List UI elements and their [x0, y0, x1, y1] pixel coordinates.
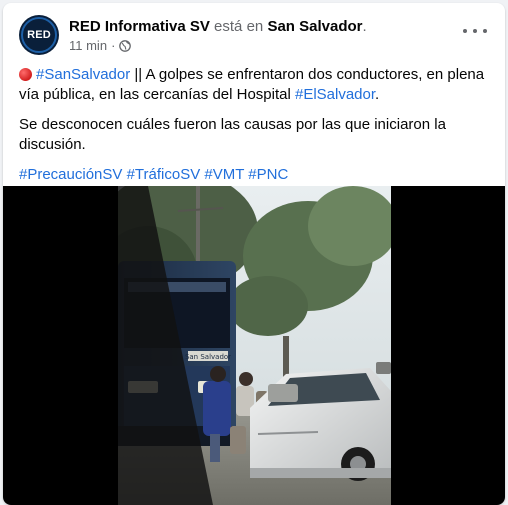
post-timestamp[interactable]: 11 min	[69, 38, 107, 54]
hashtag-link[interactable]: #TráficoSV	[127, 166, 201, 183]
meta-separator: ·	[111, 38, 116, 53]
post-hashtags: #PrecauciónSV #TráficoSV #VMT #PNC	[19, 165, 493, 185]
more-options-icon[interactable]	[463, 23, 487, 39]
more-dot	[463, 29, 467, 33]
more-dot	[473, 29, 477, 33]
avatar[interactable]: RED	[19, 15, 59, 55]
bus-destination-sign: San Salvador	[185, 353, 231, 361]
author-verb: está en	[214, 18, 264, 35]
post-video[interactable]: San Salvador	[3, 186, 505, 505]
post-text-segment: .	[375, 86, 380, 103]
post-paragraph-1: #SanSalvador || A golpes se enfrentaron …	[19, 65, 493, 105]
video-still: San Salvador	[118, 186, 391, 505]
hashtag-link[interactable]: #ElSalvador	[295, 86, 375, 103]
globe-icon[interactable]	[119, 40, 132, 52]
location-link[interactable]: San Salvador	[267, 18, 362, 35]
post-meta: 11 min ·	[69, 38, 132, 54]
hashtag-link[interactable]: #PrecauciónSV	[19, 166, 122, 183]
red-circle-icon	[19, 68, 32, 81]
post-paragraph-2: Se desconocen cuáles fueron las causas p…	[19, 116, 446, 153]
hashtag-link[interactable]: #SanSalvador	[36, 66, 130, 83]
post-text: #SanSalvador || A golpes se enfrentaron …	[19, 65, 493, 195]
author-line-period: .	[362, 18, 367, 35]
hashtag-link[interactable]: #VMT	[204, 166, 244, 183]
video-frame[interactable]: San Salvador	[118, 186, 391, 505]
hashtag-link[interactable]: #PNC	[248, 166, 288, 183]
avatar-logo-text: RED	[27, 29, 51, 41]
author-name[interactable]: RED Informativa SV	[69, 18, 210, 35]
post-header: RED RED Informativa SV está en San Salva…	[3, 3, 505, 61]
post-card: RED RED Informativa SV está en San Salva…	[3, 3, 505, 505]
author-line: RED Informativa SV está en San Salvador.	[69, 17, 367, 36]
more-dot	[483, 29, 487, 33]
